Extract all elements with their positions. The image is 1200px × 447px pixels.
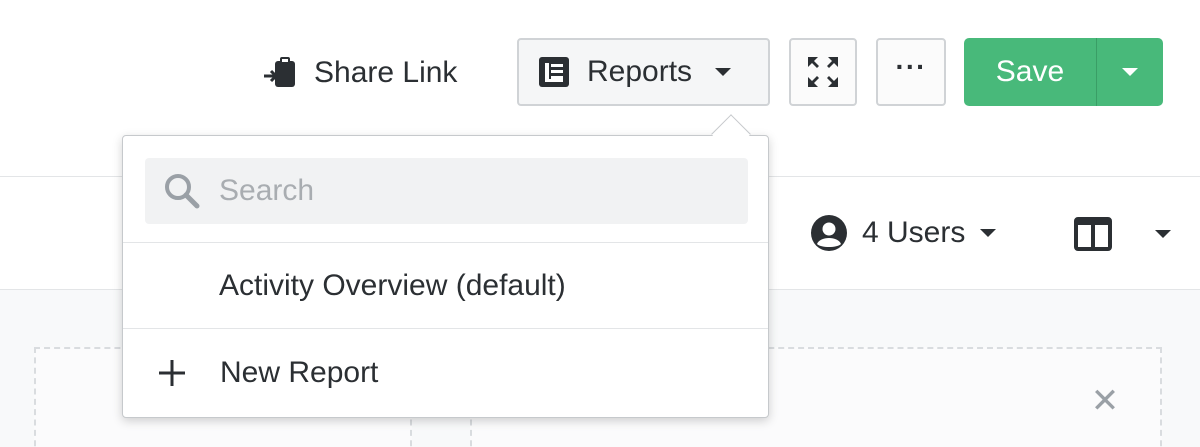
report-item-label: Activity Overview (default) <box>219 268 566 302</box>
new-report-label: New Report <box>220 356 379 389</box>
chevron-down-icon <box>714 66 732 78</box>
layout-toggle[interactable] <box>1074 214 1172 254</box>
save-button-group: Save <box>964 38 1163 106</box>
share-clipboard-icon <box>262 54 300 92</box>
plus-icon <box>157 358 187 388</box>
more-options-label: ··· <box>895 51 927 82</box>
chevron-down-icon <box>1121 66 1139 78</box>
share-link-button[interactable]: Share Link <box>262 50 457 96</box>
chevron-down-icon <box>979 227 997 239</box>
split-columns-icon <box>1074 217 1112 251</box>
reports-dropdown: Activity Overview (default) New Report <box>122 135 769 418</box>
fullscreen-button[interactable] <box>789 38 857 106</box>
save-button[interactable]: Save <box>964 38 1096 106</box>
app-window: ✕ Share Link Reports ··· Save 4 Users Se… <box>0 0 1200 447</box>
share-link-label: Share Link <box>314 56 458 89</box>
expand-icon <box>806 55 840 89</box>
new-report-button[interactable]: New Report <box>123 329 768 417</box>
users-filter-label: 4 Users <box>862 216 966 249</box>
search-icon <box>163 172 201 210</box>
reports-button[interactable]: Reports <box>517 38 770 106</box>
users-filter[interactable]: 4 Users <box>810 212 997 254</box>
search-input[interactable] <box>219 171 739 211</box>
report-icon <box>537 55 571 89</box>
chevron-down-icon <box>1154 228 1172 240</box>
reports-label: Reports <box>587 55 693 88</box>
user-circle-icon <box>810 214 848 252</box>
save-options-button[interactable] <box>1097 38 1163 106</box>
more-options-button[interactable]: ··· <box>876 38 946 106</box>
report-search <box>145 158 748 224</box>
dropdown-pointer-cover <box>710 136 754 150</box>
report-item-activity-overview[interactable]: Activity Overview (default) <box>123 243 768 328</box>
close-icon[interactable]: ✕ <box>1088 384 1122 418</box>
